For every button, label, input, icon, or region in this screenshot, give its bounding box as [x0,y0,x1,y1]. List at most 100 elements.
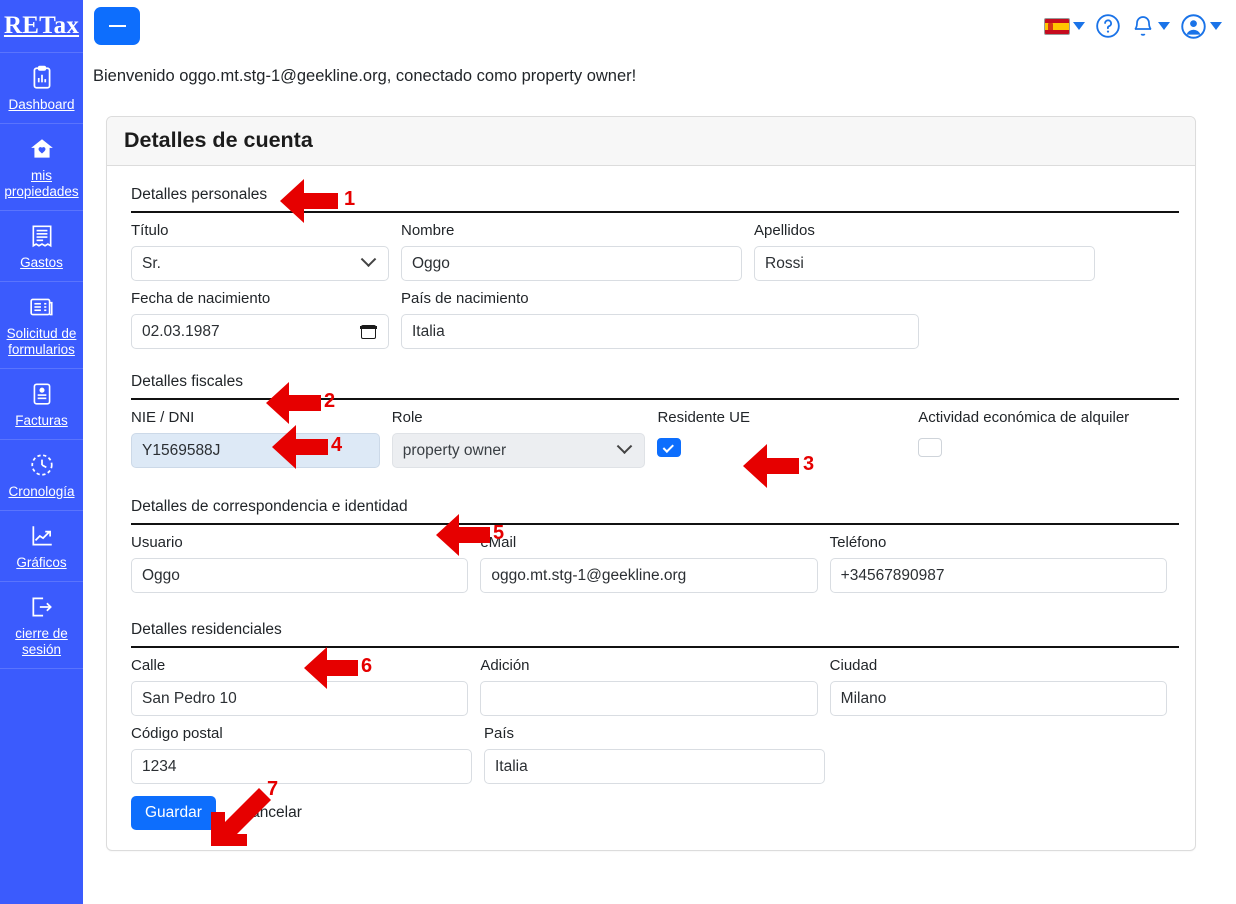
flag-es-icon [1044,17,1070,35]
email-input[interactable]: oggo.mt.stg-1@geekline.org [480,558,818,593]
field-label: Usuario [131,534,183,551]
field-label: Nombre [401,222,455,239]
apellidos-value: Rossi [765,254,804,272]
field-label: Código postal [131,725,223,742]
bell-icon [1134,16,1152,36]
page-title: Detalles de cuenta [124,128,313,152]
row-fiscal-1: NIE / DNI Y1569588J Role property owner [131,408,1179,468]
section-legend-residential: Detalles residenciales [131,615,1179,648]
sidebar-item-solicitud-de-formularios[interactable]: Solicitud de formularios [0,281,83,368]
field-residente-ue: Residente UE [657,408,918,468]
calendar-icon[interactable] [360,324,377,339]
ciudad-input[interactable]: Milano [829,681,1167,716]
main-content: Bienvenido oggo.mt.stg-1@geekline.org, c… [83,52,1236,904]
sidebar-item-cierre-de-sesion[interactable]: cierre de sesión [0,581,83,668]
row-residential-1: Calle San Pedro 10 Adición Ciudad Milano [131,656,1179,716]
actividad-economica-checkbox[interactable] [918,438,943,457]
help-button[interactable] [1091,13,1125,39]
sidebar-item-cronologia[interactable]: Cronología [0,439,83,510]
sidebar-item-facturas[interactable]: Facturas [0,368,83,439]
field-codigo-postal: Código postal 1234 [131,724,484,784]
form-actions: Guardar Cancelar [131,796,1179,830]
receipt-icon [29,223,55,249]
usuario-input[interactable]: Oggo [131,558,469,593]
nie-dni-value: Y1569588J [142,441,221,459]
pais-nacimiento-input[interactable]: Italia [401,314,919,349]
cancel-button[interactable]: Cancelar [234,803,308,823]
field-label: Adición [480,657,530,674]
codigo-postal-value: 1234 [142,757,177,775]
field-label: Role [391,409,423,426]
field-pais: País Italia [484,724,837,784]
sidebar-item-mis-propiedades[interactable]: mis propiedades [0,123,83,210]
email-value: oggo.mt.stg-1@geekline.org [491,566,687,584]
codigo-postal-input[interactable]: 1234 [131,749,472,784]
sidebar-item-label: Gastos [20,255,63,270]
sidebar-item-dashboard[interactable]: Dashboard [0,52,83,123]
field-label: NIE / DNI [131,409,195,426]
role-select[interactable]: property owner [391,433,646,468]
field-adicion: Adición [480,656,829,716]
field-label: Residente UE [657,409,751,426]
field-label: Fecha de nacimiento [131,290,271,307]
fecha-nacimiento-input[interactable]: 02.03.1987 [131,314,389,349]
notifications-button[interactable] [1127,14,1174,38]
language-selector[interactable] [1040,17,1089,35]
titulo-select[interactable]: Sr. [131,246,389,281]
field-nie-dni: NIE / DNI Y1569588J [131,408,392,468]
home-icon [29,136,55,162]
sidebar-item-graficos[interactable]: Gráficos [0,510,83,581]
residente-ue-checkbox[interactable] [657,438,682,457]
nie-dni-input[interactable]: Y1569588J [131,433,380,468]
chevron-down-icon [1073,22,1085,30]
sidebar-nav: Dashboard mis propiedades Gastos Solicit… [0,52,83,668]
menu-toggle-button[interactable] [94,7,140,45]
calle-input[interactable]: San Pedro 10 [131,681,469,716]
field-calle: Calle San Pedro 10 [131,656,480,716]
sidebar: RETax Dashboard mis propiedades Gastos S… [0,0,83,904]
save-button[interactable]: Guardar [131,796,216,830]
card-body: Detalles personales Título Sr. Nombre Og… [107,166,1195,850]
pais-input[interactable]: Italia [484,749,825,784]
telefono-input[interactable]: +34567890987 [829,558,1167,593]
clock-icon [29,452,55,478]
dashboard-icon [29,65,55,91]
field-telefono: Teléfono +34567890987 [829,533,1179,593]
brand-logo[interactable]: RETax [0,0,83,52]
field-label: Calle [131,657,166,674]
ciudad-value: Milano [840,689,887,707]
usuario-value: Oggo [142,566,180,584]
sidebar-item-gastos[interactable]: Gastos [0,210,83,281]
invoice-icon [29,381,55,407]
sidebar-item-label: Solicitud de formularios [6,326,77,357]
field-apellidos: Apellidos Rossi [754,221,1107,281]
telefono-value: +34567890987 [840,566,945,584]
section-legend-personal: Detalles personales [131,180,1179,213]
sidebar-item-label: Cronología [8,484,75,499]
field-titulo: Título Sr. [131,221,401,281]
field-label: Apellidos [754,222,815,239]
section-legend-fiscal: Detalles fiscales [131,367,1179,400]
pais-value: Italia [495,757,528,775]
topbar-actions [1040,0,1226,52]
user-menu[interactable] [1176,13,1226,40]
topbar [83,0,1236,52]
fecha-nacimiento-value: 02.03.1987 [142,322,220,340]
field-label: Título [131,222,169,239]
nombre-input[interactable]: Oggo [401,246,742,281]
row-correspondence-1: Usuario Oggo eMail oggo.mt.stg-1@geeklin… [131,533,1179,593]
welcome-message: Bienvenido oggo.mt.stg-1@geekline.org, c… [93,67,637,85]
field-ciudad: Ciudad Milano [829,656,1179,716]
sidebar-item-label: Facturas [15,413,68,428]
sidebar-filler [0,668,83,904]
apellidos-input[interactable]: Rossi [754,246,1095,281]
logout-icon [29,594,55,620]
adicion-input[interactable] [480,681,818,716]
card-header: Detalles de cuenta [107,117,1195,166]
nombre-value: Oggo [412,254,450,272]
field-pais-nacimiento: País de nacimiento Italia [401,289,931,349]
hamburger-icon [108,25,126,27]
field-usuario: Usuario Oggo [131,533,480,593]
field-actividad-economica: Actividad económica de alquiler [918,408,1179,468]
field-label: eMail [480,534,517,551]
